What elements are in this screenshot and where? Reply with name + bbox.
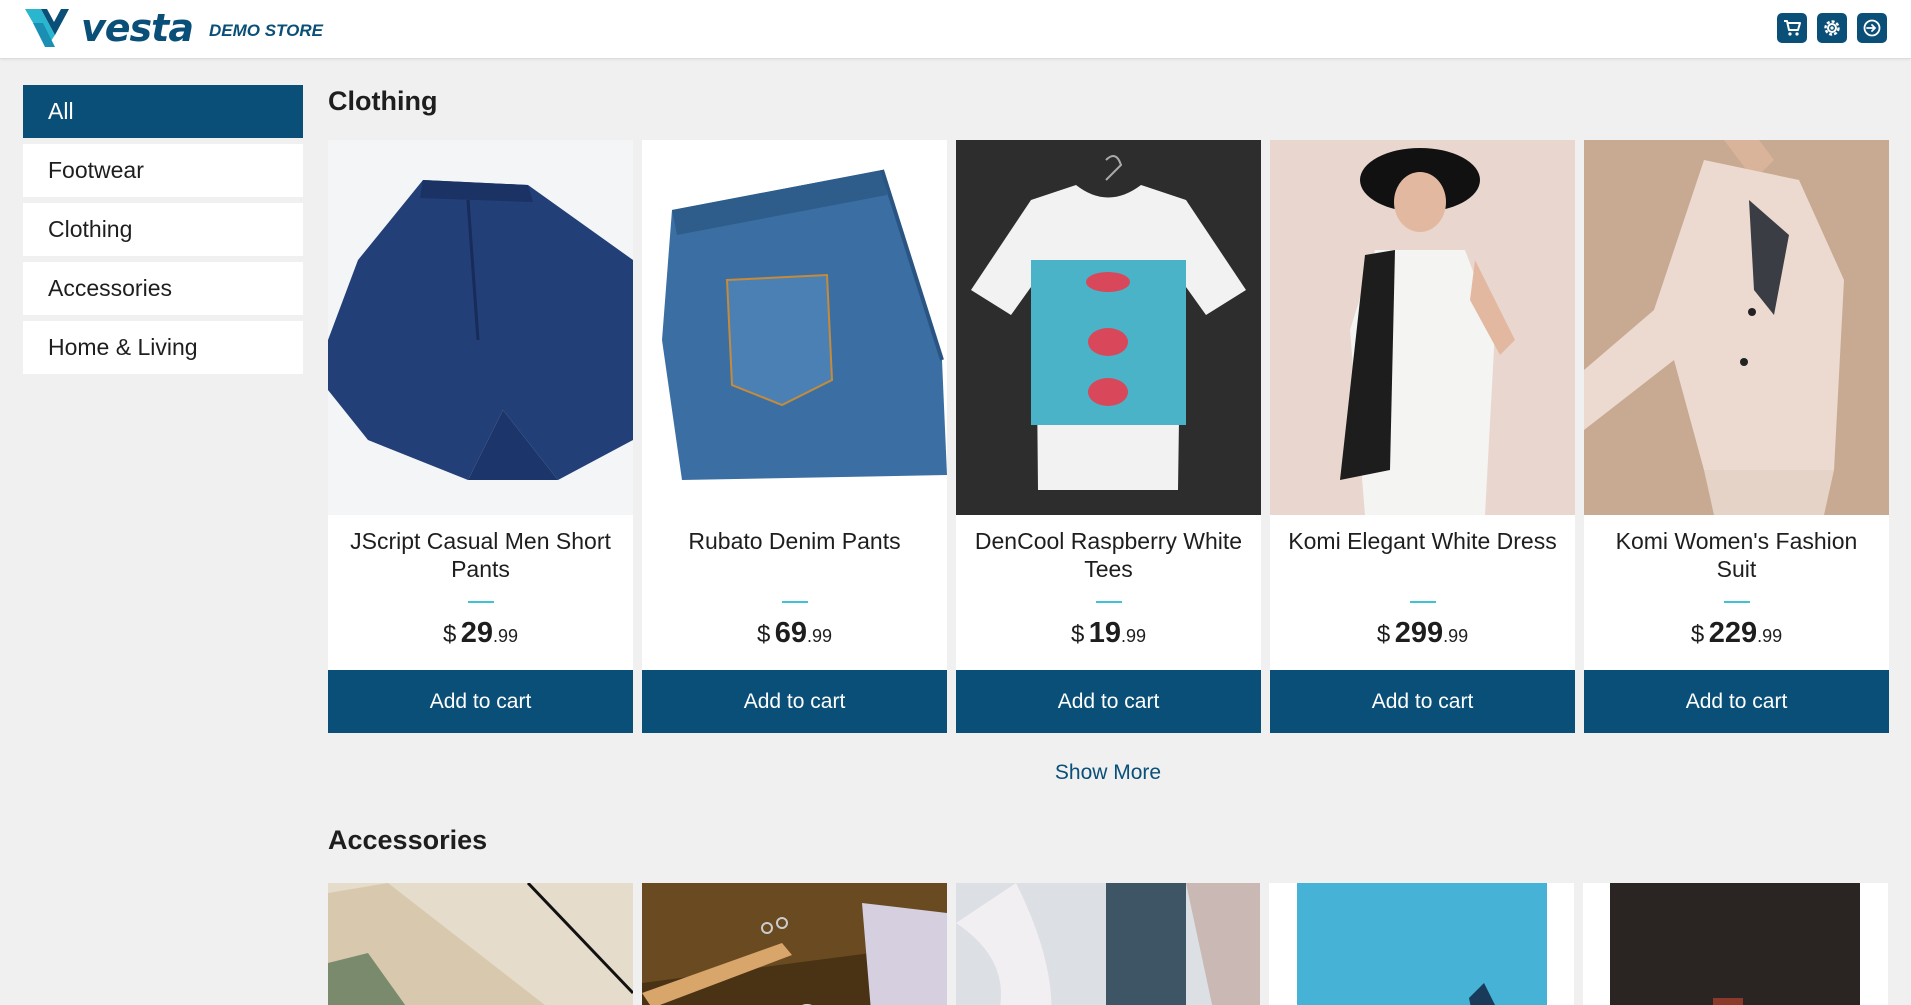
accessory-image-sky[interactable]	[1269, 883, 1575, 1005]
product-price: $ 19.99	[956, 617, 1261, 657]
price-currency: $	[1690, 621, 1705, 648]
product-name: DenCool Raspberry White Tees	[974, 528, 1243, 582]
sidebar-item-home-living[interactable]: Home & Living	[23, 321, 303, 374]
product-price: $ 229.99	[1584, 617, 1889, 657]
price-main: 229	[1708, 617, 1758, 649]
product-card: DenCool Raspberry White Tees $ 19.99 Add…	[956, 140, 1261, 733]
price-cents: .99	[493, 626, 519, 646]
price-cents: .99	[807, 626, 833, 646]
product-card: Rubato Denim Pants $ 69.99 Add to cart	[642, 140, 947, 733]
product-image-denim[interactable]	[642, 140, 947, 515]
sign-in-icon	[1863, 19, 1881, 37]
show-more-link[interactable]: Show More	[328, 761, 1888, 789]
cart-button[interactable]	[1777, 13, 1807, 43]
brand-subtitle: DEMO STORE	[208, 21, 323, 40]
gear-icon	[1824, 20, 1840, 36]
product-card: Komi Elegant White Dress $ 299.99 Add to…	[1270, 140, 1575, 733]
section-title-clothing: Clothing	[328, 86, 438, 116]
header-actions	[1777, 13, 1887, 43]
price-currency: $	[756, 621, 771, 648]
brand-name: vesta	[81, 6, 194, 50]
add-to-cart-button[interactable]: Add to cart	[1270, 670, 1575, 733]
name-divider	[467, 601, 494, 603]
accessory-image-fabric[interactable]	[328, 883, 633, 1005]
cart-icon	[1784, 20, 1801, 36]
product-image-shorts[interactable]	[328, 140, 633, 515]
product-name: JScript Casual Men Short Pants	[350, 528, 611, 582]
name-divider	[1723, 601, 1750, 603]
section-title-accessories: Accessories	[328, 825, 488, 855]
price-main: 299	[1394, 617, 1444, 649]
sidebar-item-all[interactable]: All	[23, 85, 303, 138]
price-currency: $	[442, 621, 457, 648]
product-price: $ 29.99	[328, 617, 633, 657]
product-image-suit[interactable]	[1584, 140, 1889, 515]
name-divider	[1095, 601, 1122, 603]
logo-mark-icon	[25, 9, 69, 47]
sidebar-item-footwear[interactable]: Footwear	[23, 144, 303, 197]
sidebar-item-accessories[interactable]: Accessories	[23, 262, 303, 315]
settings-button[interactable]	[1817, 13, 1847, 43]
price-main: 69	[774, 617, 808, 649]
product-card: JScript Casual Men Short Pants $ 29.99 A…	[328, 140, 633, 733]
product-name: Komi Women's Fashion Suit	[1615, 528, 1858, 582]
product-price: $ 299.99	[1270, 617, 1575, 657]
main-content: Clothing JScript Casual Men Short Pants …	[328, 80, 1889, 1005]
price-currency: $	[1376, 621, 1391, 648]
price-cents: .99	[1757, 626, 1783, 646]
accessories-product-grid	[328, 883, 1888, 1005]
price-main: 29	[460, 617, 494, 649]
accessory-image-dark[interactable]	[1583, 883, 1888, 1005]
sidebar-item-clothing[interactable]: Clothing	[23, 203, 303, 256]
top-header: vesta DEMO STORE	[0, 0, 1911, 59]
price-cents: .99	[1121, 626, 1147, 646]
add-to-cart-button[interactable]: Add to cart	[956, 670, 1261, 733]
product-price: $ 69.99	[642, 617, 947, 657]
product-name: Rubato Denim Pants	[688, 528, 901, 554]
product-image-dress[interactable]	[1270, 140, 1575, 515]
category-sidebar: All Footwear Clothing Accessories Home &…	[23, 85, 303, 380]
clothing-product-grid: JScript Casual Men Short Pants $ 29.99 A…	[328, 140, 1889, 733]
product-card: Komi Women's Fashion Suit $ 229.99 Add t…	[1584, 140, 1889, 733]
login-button[interactable]	[1857, 13, 1887, 43]
accessory-image-sewing[interactable]	[641, 883, 947, 1005]
accessory-image-curtain[interactable]	[955, 883, 1261, 1005]
brand-logo[interactable]: vesta DEMO STORE	[25, 5, 323, 51]
product-name: Komi Elegant White Dress	[1288, 528, 1557, 554]
add-to-cart-button[interactable]: Add to cart	[642, 670, 947, 733]
add-to-cart-button[interactable]: Add to cart	[328, 670, 633, 733]
name-divider	[781, 601, 808, 603]
price-cents: .99	[1443, 626, 1469, 646]
name-divider	[1409, 601, 1436, 603]
add-to-cart-button[interactable]: Add to cart	[1584, 670, 1889, 733]
price-main: 19	[1088, 617, 1122, 649]
price-currency: $	[1070, 621, 1085, 648]
product-image-tee[interactable]	[956, 140, 1261, 515]
